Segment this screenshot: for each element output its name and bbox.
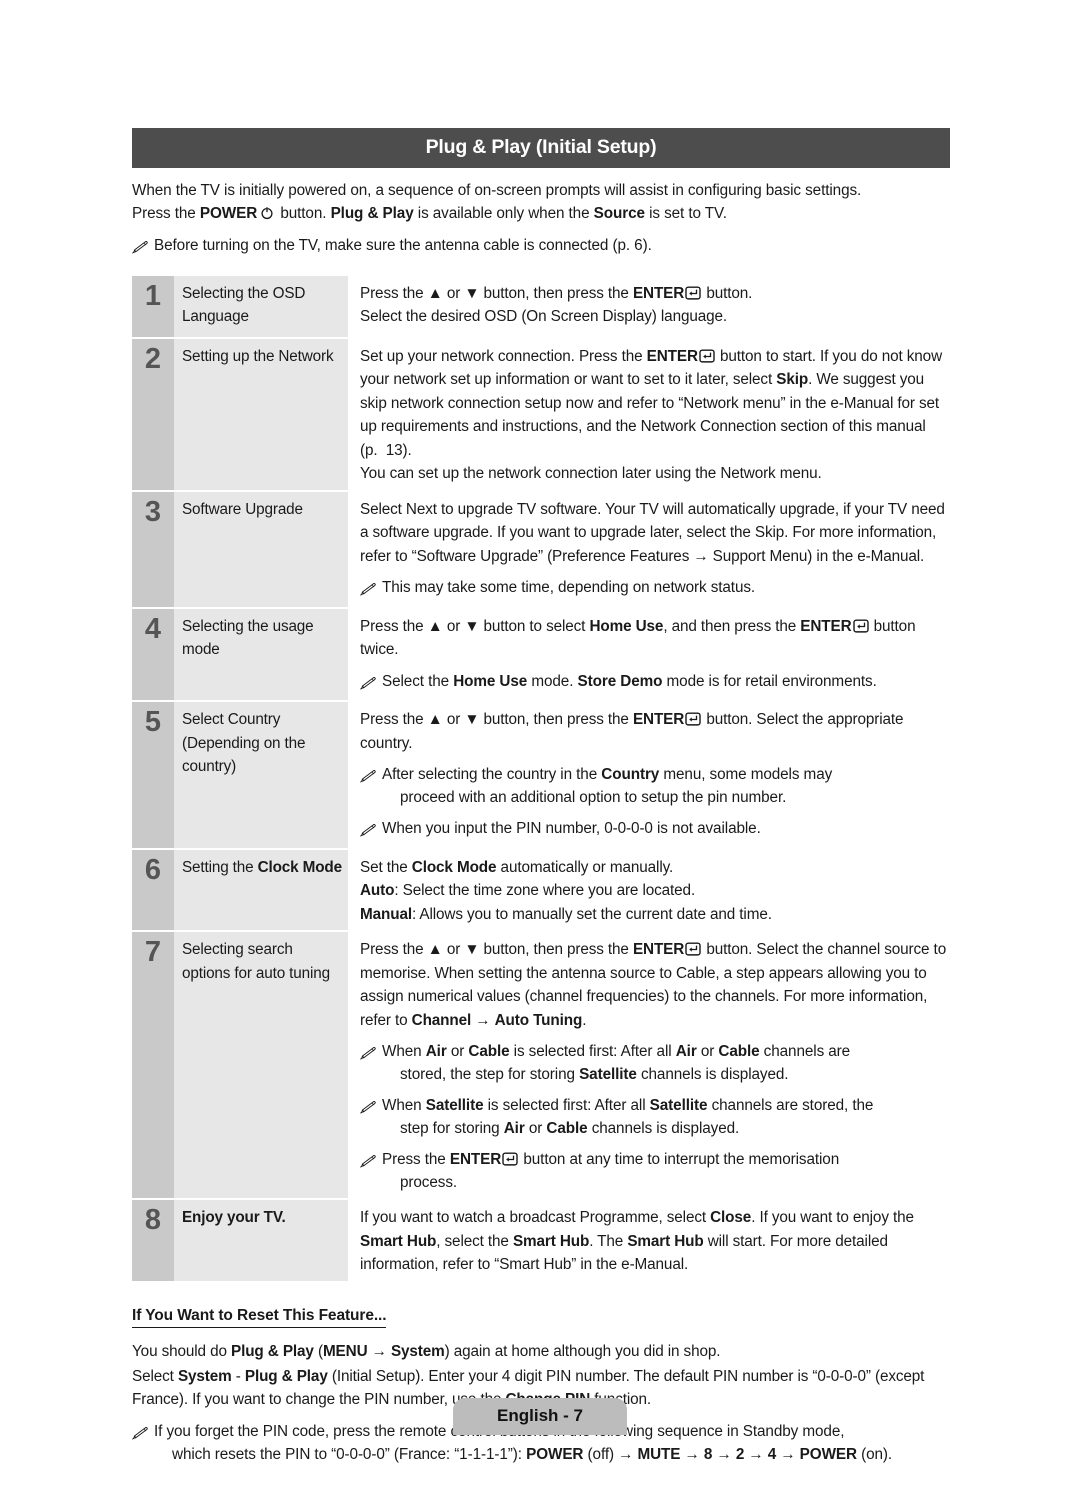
step-note: When Satellite is selected first: After … <box>360 1095 950 1140</box>
step-label: Setting up the Network <box>174 338 348 490</box>
intro-note-text: Before turning on the TV, make sure the … <box>154 237 652 254</box>
intro-line2-d: is set to TV. <box>644 204 727 222</box>
step-body: Set the Clock Mode automatically or manu… <box>348 850 950 931</box>
step-note-text: After selecting the country in the Count… <box>382 766 833 806</box>
step-body: Press the ▲ or ▼ button, then press the … <box>348 932 950 1198</box>
reset-section: If You Want to Reset This Feature... You… <box>132 1283 950 1467</box>
reset-paragraph: You should do Plug & Play (MENU → System… <box>132 1342 721 1360</box>
power-icon <box>260 205 274 219</box>
power-label: POWER <box>199 204 258 222</box>
table-row: 7 Selecting search options for auto tuni… <box>132 932 950 1198</box>
step-number: 2 <box>132 338 174 490</box>
pencil-icon <box>132 238 149 261</box>
step-number: 5 <box>132 702 174 848</box>
step-line: Select the desired OSD (On Screen Displa… <box>360 308 728 325</box>
step-note-text: Select the Home Use mode. Store Demo mod… <box>382 672 877 690</box>
step-line: Press the ▲ or ▼ button, then press the … <box>360 284 753 302</box>
step-note: Press the ENTER button at any time to in… <box>360 1149 950 1194</box>
enter-key-icon <box>685 940 701 956</box>
step-line: Auto: Select the time zone where you are… <box>360 882 696 899</box>
step-number: 4 <box>132 608 174 700</box>
pencil-icon <box>360 1044 377 1067</box>
step-note: After selecting the country in the Count… <box>360 764 950 809</box>
enter-key-icon <box>502 1151 518 1166</box>
step-note: When Air or Cable is selected first: Aft… <box>360 1041 950 1086</box>
table-row: 4 Selecting the usage mode Press the ▲ o… <box>132 608 950 701</box>
step-note-text: This may take some time, depending on ne… <box>382 579 756 596</box>
step-line: Press the ▲ or ▼ button to select Home U… <box>360 617 916 659</box>
page-number-badge: English - 7 <box>453 1398 627 1435</box>
plug-and-play-label: Plug & Play <box>330 204 414 222</box>
page-footer: English - 7 <box>0 1398 1080 1435</box>
step-label: Selecting the usage mode <box>174 608 348 700</box>
intro-note: Before turning on the TV, make sure the … <box>132 235 950 261</box>
step-label: Software Upgrade <box>174 491 348 607</box>
step-number: 6 <box>132 849 174 930</box>
table-row: 5 Select Country (Depending on the count… <box>132 702 950 848</box>
step-note-text: When Satellite is selected first: After … <box>382 1097 874 1137</box>
intro-line-2: Press the POWER button. Plug & Play is a… <box>132 203 950 226</box>
pencil-icon <box>360 674 377 697</box>
table-row: 8 Enjoy your TV. If you want to watch a … <box>132 1200 950 1281</box>
step-body: Press the ▲ or ▼ button, then press the … <box>348 702 950 848</box>
step-body: Press the ▲ or ▼ button to select Home U… <box>348 609 950 701</box>
setup-steps-table: 1 Selecting the OSD Language Press the ▲… <box>132 275 950 1281</box>
intro-line2-c: is available only when the <box>413 204 594 222</box>
pencil-icon <box>360 1098 377 1121</box>
table-row: 6 Setting the Clock Mode Set the Clock M… <box>132 849 950 931</box>
step-number: 8 <box>132 1200 174 1281</box>
table-row: 3 Software Upgrade Select Next to upgrad… <box>132 491 950 607</box>
pencil-icon <box>360 1152 377 1175</box>
intro-line2-b: button. <box>276 204 331 222</box>
step-note-text: Press the ENTER button at any time to in… <box>382 1151 840 1191</box>
step-number: 7 <box>132 932 174 1198</box>
step-note: This may take some time, depending on ne… <box>360 577 950 603</box>
step-line: Press the ▲ or ▼ button, then press the … <box>360 710 904 752</box>
step-note-text: When you input the PIN number, 0-0-0-0 i… <box>382 820 761 837</box>
table-row: 2 Setting up the Network Set up your net… <box>132 338 950 490</box>
step-body: If you want to watch a broadcast Program… <box>348 1200 950 1281</box>
step-note: When you input the PIN number, 0-0-0-0 i… <box>360 818 950 844</box>
step-line: Press the ▲ or ▼ button, then press the … <box>360 940 947 1029</box>
enter-key-icon <box>852 617 869 633</box>
step-line: If you want to watch a broadcast Program… <box>360 1209 914 1273</box>
step-body: Set up your network connection. Press th… <box>348 339 950 490</box>
source-label: Source <box>593 204 645 222</box>
step-line: Select Next to upgrade TV software. Your… <box>360 500 945 565</box>
pencil-icon <box>360 580 377 603</box>
pencil-icon <box>360 821 377 844</box>
step-note: Select the Home Use mode. Store Demo mod… <box>360 671 950 697</box>
document-page: Plug & Play (Initial Setup) When the TV … <box>132 0 950 1466</box>
enter-key-icon <box>685 284 701 300</box>
pencil-icon <box>360 767 377 790</box>
step-label: Selecting the OSD Language <box>174 275 348 337</box>
step-body: Press the ▲ or ▼ button, then press the … <box>348 276 950 337</box>
step-line: You can set up the network connection la… <box>360 465 822 482</box>
page-title: Plug & Play (Initial Setup) <box>132 128 950 168</box>
enter-key-icon <box>699 347 715 363</box>
step-number: 3 <box>132 491 174 607</box>
intro-line-1: When the TV is initially powered on, a s… <box>132 182 862 199</box>
step-line: Set up your network connection. Press th… <box>360 347 942 459</box>
step-body: Select Next to upgrade TV software. Your… <box>348 492 950 607</box>
step-label: Select Country (Depending on the country… <box>174 702 348 848</box>
step-label: Selecting search options for auto tuning <box>174 932 348 1198</box>
intro-paragraphs: When the TV is initially powered on, a s… <box>132 180 950 225</box>
enter-key-icon <box>685 710 701 726</box>
reset-heading: If You Want to Reset This Feature... <box>132 1307 387 1328</box>
step-line: Set the Clock Mode automatically or manu… <box>360 858 674 876</box>
step-number: 1 <box>132 275 174 337</box>
intro-line2-a: Press the <box>132 204 200 222</box>
step-label: Setting the Clock Mode <box>174 849 348 930</box>
step-label: Enjoy your TV. <box>174 1200 348 1281</box>
table-row: 1 Selecting the OSD Language Press the ▲… <box>132 275 950 337</box>
step-note-text: When Air or Cable is selected first: Aft… <box>382 1043 851 1083</box>
step-line: Manual: Allows you to manually set the c… <box>360 905 772 923</box>
